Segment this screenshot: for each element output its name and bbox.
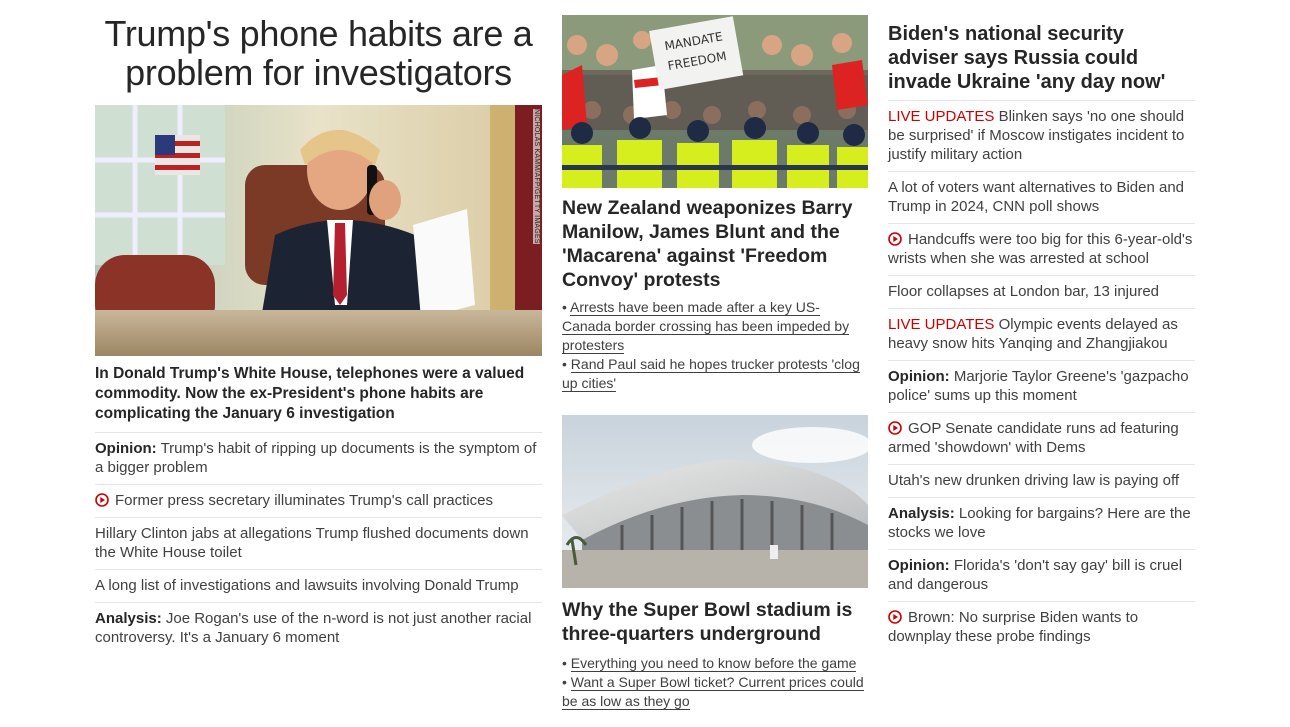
list-item[interactable]: Opinion: Florida's 'don't say gay' bill … xyxy=(888,549,1195,601)
item-label: Opinion: xyxy=(95,440,157,457)
list-item[interactable]: Brown: No surprise Biden wants to downpl… xyxy=(888,601,1195,653)
item-label: Analysis: xyxy=(888,505,955,522)
play-circle-icon xyxy=(95,493,109,507)
list-item[interactable]: GOP Senate candidate runs ad featuring a… xyxy=(888,412,1195,464)
card-related-links: • Everything you need to know before the… xyxy=(562,654,868,711)
list-item[interactable]: Analysis: Looking for bargains? Here are… xyxy=(888,497,1195,549)
related-link-text[interactable]: Everything you need to know before the g… xyxy=(570,655,857,672)
list-item[interactable]: Hillary Clinton jabs at allegations Trum… xyxy=(95,517,542,569)
list-item[interactable]: Handcuffs were too big for this 6-year-o… xyxy=(888,223,1195,275)
related-link[interactable]: • Rand Paul said he hopes trucker protes… xyxy=(562,355,868,393)
stadium-photo[interactable] xyxy=(562,415,868,588)
play-circle-icon xyxy=(888,232,902,246)
item-text[interactable]: Hillary Clinton jabs at allegations Trum… xyxy=(95,525,529,561)
card-headline[interactable]: New Zealand weaponizes Barry Manilow, Ja… xyxy=(562,196,868,292)
photo-credit: NICHOLAS KAMM/AFP/GETTY IMAGES xyxy=(533,109,540,244)
item-text[interactable]: Trump's habit of ripping up documents is… xyxy=(95,440,536,476)
live-updates-label: LIVE UPDATES xyxy=(888,108,995,125)
item-text[interactable]: Former press secretary illuminates Trump… xyxy=(115,492,493,509)
list-item[interactable]: LIVE UPDATES Blinken says 'no one should… xyxy=(888,100,1195,171)
item-text[interactable]: GOP Senate candidate runs ad featuring a… xyxy=(888,420,1179,456)
item-text[interactable]: Handcuffs were too big for this 6-year-o… xyxy=(888,231,1192,267)
list-item[interactable]: A long list of investigations and lawsui… xyxy=(95,569,542,602)
item-label: Analysis: xyxy=(95,610,162,627)
right-column: Biden's national security adviser says R… xyxy=(888,0,1195,653)
lead-related-list: Opinion: Trump's habit of ripping up doc… xyxy=(95,432,542,654)
item-text[interactable]: A long list of investigations and lawsui… xyxy=(95,577,519,594)
card-headline[interactable]: Why the Super Bowl stadium is three-quar… xyxy=(562,598,868,646)
lead-story-column: Trump's phone habits are a problem for i… xyxy=(95,0,542,654)
list-item[interactable]: A lot of voters want alternatives to Bid… xyxy=(888,171,1195,223)
list-item[interactable]: Floor collapses at London bar, 13 injure… xyxy=(888,275,1195,308)
related-link[interactable]: • Everything you need to know before the… xyxy=(562,654,868,673)
lead-headline[interactable]: Trump's phone habits are a problem for i… xyxy=(95,14,542,92)
section-headline[interactable]: Biden's national security adviser says R… xyxy=(888,22,1195,94)
related-link-text[interactable]: Want a Super Bowl ticket? Current prices… xyxy=(562,674,864,710)
item-text[interactable]: A lot of voters want alternatives to Bid… xyxy=(888,179,1184,215)
related-link[interactable]: • Arrests have been made after a key US-… xyxy=(562,298,868,355)
card-related-links: • Arrests have been made after a key US-… xyxy=(562,298,868,393)
related-link[interactable]: • Want a Super Bowl ticket? Current pric… xyxy=(562,673,868,711)
item-text[interactable]: Brown: No surprise Biden wants to downpl… xyxy=(888,609,1138,645)
list-item[interactable]: Analysis: Joe Rogan's use of the n-word … xyxy=(95,602,542,654)
item-text[interactable]: Floor collapses at London bar, 13 injure… xyxy=(888,283,1159,300)
lead-story-photo[interactable]: NICHOLAS KAMM/AFP/GETTY IMAGES xyxy=(95,105,542,356)
list-item[interactable]: LIVE UPDATES Olympic events delayed as h… xyxy=(888,308,1195,360)
list-item[interactable]: Former press secretary illuminates Trump… xyxy=(95,484,542,517)
list-item[interactable]: Utah's new drunken driving law is paying… xyxy=(888,464,1195,497)
item-label: Opinion: xyxy=(888,368,950,385)
middle-column: MANDATE FREEDOM New Zealand weaponizes B… xyxy=(562,15,868,711)
item-label: Opinion: xyxy=(888,557,950,574)
protest-photo[interactable]: MANDATE FREEDOM xyxy=(562,15,868,188)
list-item[interactable]: Opinion: Trump's habit of ripping up doc… xyxy=(95,432,542,484)
related-link-text[interactable]: Arrests have been made after a key US-Ca… xyxy=(562,299,850,354)
related-link-text[interactable]: Rand Paul said he hopes trucker protests… xyxy=(562,356,860,392)
lead-story-summary[interactable]: In Donald Trump's White House, telephone… xyxy=(95,364,542,424)
play-circle-icon xyxy=(888,610,902,624)
item-text[interactable]: Utah's new drunken driving law is paying… xyxy=(888,472,1179,489)
headline-list: LIVE UPDATES Blinken says 'no one should… xyxy=(888,100,1195,653)
live-updates-label: LIVE UPDATES xyxy=(888,316,995,333)
play-circle-icon xyxy=(888,421,902,435)
list-item[interactable]: Opinion: Marjorie Taylor Greene's 'gazpa… xyxy=(888,360,1195,412)
